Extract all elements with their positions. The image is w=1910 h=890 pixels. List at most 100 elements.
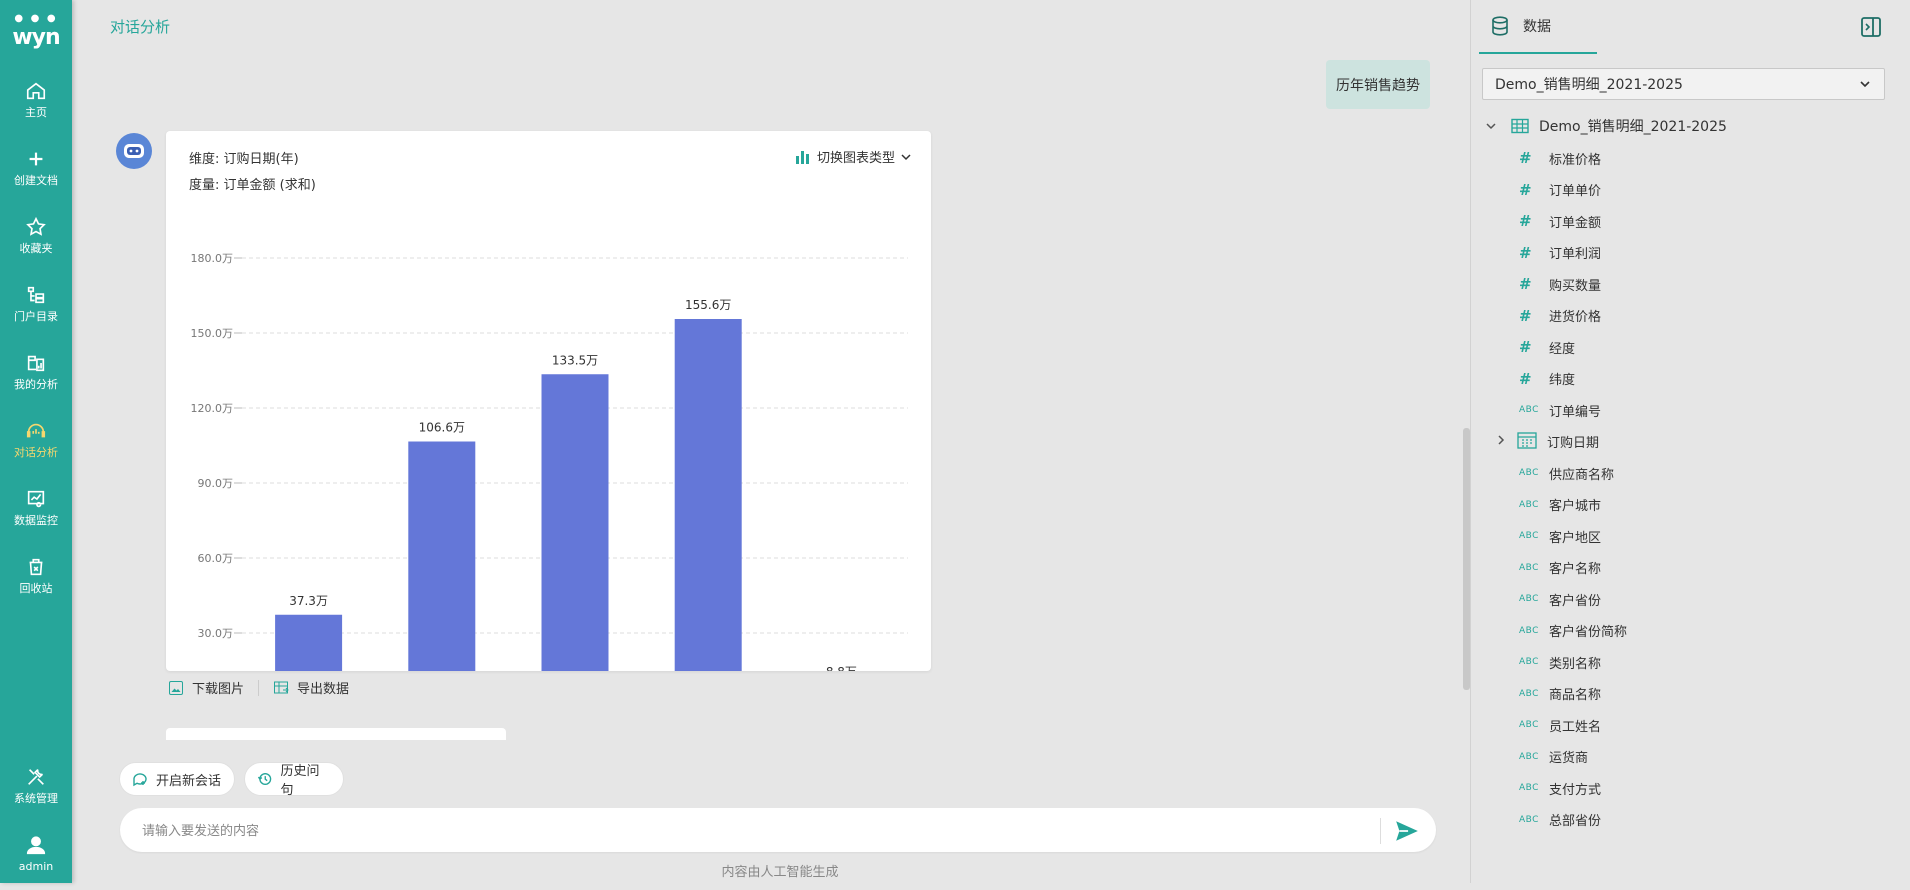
text-field-icon: ABC — [1519, 594, 1539, 604]
numeric-field-icon: # — [1519, 306, 1532, 325]
dataset-select[interactable]: Demo_销售明细_2021-2025 — [1482, 68, 1885, 100]
field-item[interactable]: # 订单单价 — [1519, 179, 1601, 201]
field-label: 总部省份 — [1549, 814, 1602, 829]
field-item[interactable]: ABC 总部省份 — [1519, 809, 1601, 831]
trash-icon — [29, 558, 43, 576]
nav-item-create-doc[interactable]: 创建文档 — [0, 146, 72, 204]
text-field-icon: ABC — [1519, 405, 1539, 415]
field-item[interactable]: ABC 客户城市 — [1519, 494, 1601, 516]
field-label: 支付方式 — [1549, 782, 1602, 798]
field-item[interactable]: # 纬度 — [1519, 368, 1575, 390]
field-item[interactable]: # 购买数量 — [1519, 273, 1601, 295]
plus-icon — [29, 152, 43, 166]
nav-item-home[interactable]: 主页 — [0, 78, 72, 136]
y-tick-label: 90.0万 — [198, 477, 234, 490]
field-item[interactable]: ABC 员工姓名 — [1519, 714, 1601, 736]
nav-label: 回收站 — [19, 582, 53, 595]
nav-label: 创建文档 — [14, 174, 58, 187]
chevron-down-icon — [1486, 123, 1496, 130]
field-item[interactable]: ABC 客户名称 — [1519, 557, 1601, 579]
field-item[interactable]: ABC 运货商 — [1519, 746, 1588, 768]
field-item[interactable]: ABC 订单编号 — [1519, 399, 1601, 421]
nav-label: 门户目录 — [14, 310, 58, 323]
bot-avatar — [116, 133, 152, 169]
field-label: 客户城市 — [1549, 499, 1602, 514]
history-questions-button[interactable]: 历史问句 — [244, 762, 344, 798]
nav-item-system-admin[interactable]: 系统管理 — [0, 764, 72, 822]
numeric-field-icon: # — [1519, 149, 1532, 167]
nav-item-data-monitor[interactable]: 数据监控 — [0, 486, 72, 544]
database-icon — [1492, 16, 1508, 36]
next-message-card — [166, 728, 506, 740]
panel-collapse-icon[interactable] — [1860, 16, 1882, 38]
nav-item-favorites[interactable]: 收藏夹 — [0, 214, 72, 272]
field-item[interactable]: # 进货价格 — [1519, 305, 1601, 327]
field-item[interactable]: 订购日期 — [1495, 431, 1599, 453]
field-label: 订单编号 — [1549, 404, 1602, 420]
nav-label: 数据监控 — [14, 514, 58, 527]
tab-data[interactable]: 数据 — [1479, 0, 1597, 54]
export-data-button[interactable]: 导出数据 — [273, 678, 349, 697]
text-field-icon: ABC — [1519, 751, 1539, 762]
dataset-tree-root[interactable]: Demo_销售明细_2021-2025 — [1485, 116, 1727, 136]
new-session-button[interactable]: 开启新会话 — [119, 762, 235, 796]
nav-item-recycle-bin[interactable]: 回收站 — [0, 554, 72, 612]
field-item[interactable]: ABC 供应商名称 — [1519, 462, 1614, 484]
numeric-field-icon: # — [1519, 275, 1532, 293]
field-item[interactable]: # 经度 — [1519, 336, 1575, 358]
field-label: 客户名称 — [1549, 562, 1602, 577]
dataset-tree-root-label: Demo_销售明细_2021-2025 — [1539, 119, 1727, 135]
bar — [674, 319, 742, 671]
nav-item-chat-analysis[interactable]: 对话分析 — [0, 418, 72, 476]
user-message-bubble: 历年销售趋势 — [1326, 60, 1430, 109]
analysis-icon — [27, 355, 45, 372]
numeric-field-icon: # — [1519, 338, 1532, 356]
text-field-icon: ABC — [1519, 783, 1539, 793]
home-icon — [26, 82, 46, 100]
bar — [275, 614, 343, 671]
left-nav: ● ● ● wyn 主页 创建文档 收藏夹 门户目录 我的分析 对话分析 数据监控… — [0, 0, 72, 883]
nav-label: 主页 — [25, 106, 47, 119]
measure-label: 度量: 订单金额 (求和) — [189, 178, 316, 193]
chevron-right-icon[interactable] — [1495, 434, 1517, 450]
field-item[interactable]: ABC 类别名称 — [1519, 651, 1601, 673]
text-field-icon: ABC — [1519, 688, 1539, 699]
numeric-field-icon: # — [1519, 369, 1532, 388]
chart-card: 维度: 订购日期(年) 度量: 订单金额 (求和) 切换图表类型 0.0万30.… — [166, 131, 931, 671]
export-data-label: 导出数据 — [297, 682, 350, 697]
nav-item-my-analysis[interactable]: 我的分析 — [0, 350, 72, 408]
switch-chart-type-button[interactable]: 切换图表类型 — [795, 147, 911, 166]
field-item[interactable]: ABC 客户地区 — [1519, 525, 1601, 547]
wyn-logo[interactable]: ● ● ● wyn — [0, 14, 72, 51]
nav-item-portal-catalog[interactable]: 门户目录 — [0, 282, 72, 340]
field-item[interactable]: ABC 客户省份 — [1519, 588, 1601, 610]
field-item[interactable]: ABC 商品名称 — [1519, 683, 1601, 705]
dimension-label: 维度: 订购日期(年) — [189, 152, 299, 167]
y-tick-label: 180.0万 — [191, 252, 234, 265]
field-label: 运货商 — [1549, 751, 1589, 766]
data-label: 8.8万 — [826, 665, 857, 671]
field-label: 订单利润 — [1549, 247, 1602, 262]
chat-scrollbar[interactable] — [1463, 428, 1470, 690]
text-field-icon: ABC — [1519, 720, 1539, 730]
field-label: 进货价格 — [1549, 310, 1602, 325]
user-message-text: 历年销售趋势 — [1336, 77, 1420, 94]
text-field-icon: ABC — [1519, 814, 1539, 825]
data-label: 155.6万 — [685, 298, 731, 312]
field-item[interactable]: # 订单金额 — [1519, 210, 1601, 232]
field-label: 商品名称 — [1549, 688, 1602, 703]
tree-icon — [27, 286, 45, 304]
calendar-icon — [1517, 431, 1547, 453]
send-icon[interactable] — [1394, 818, 1420, 844]
chat-input[interactable] — [140, 808, 1294, 854]
field-item[interactable]: # 标准价格 — [1519, 147, 1601, 169]
field-label: 员工姓名 — [1549, 719, 1602, 735]
data-label: 133.5万 — [552, 353, 598, 367]
numeric-field-icon: # — [1519, 180, 1532, 199]
field-item[interactable]: ABC 客户省份简称 — [1519, 620, 1627, 642]
field-item[interactable]: ABC 支付方式 — [1519, 777, 1601, 799]
new-session-label: 开启新会话 — [156, 773, 222, 789]
field-item[interactable]: # 订单利润 — [1519, 242, 1601, 264]
text-field-icon: ABC — [1519, 657, 1539, 667]
download-image-button[interactable]: 下载图片 — [168, 678, 244, 697]
